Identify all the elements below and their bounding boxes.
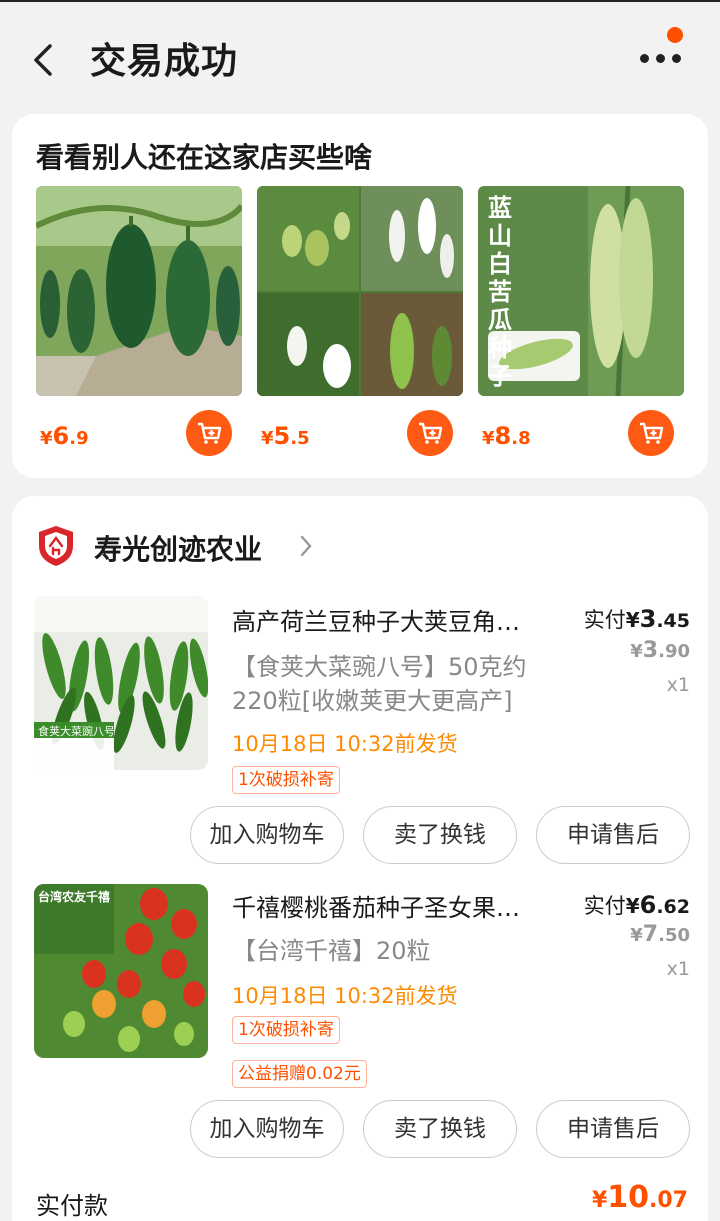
recommendation-price: ¥8.8 [482, 422, 531, 450]
chevron-right-icon[interactable] [298, 534, 314, 558]
after-sales-button[interactable]: 申请售后 [536, 1100, 690, 1158]
resell-button[interactable]: 卖了换钱 [363, 806, 517, 864]
cherry-tomato-photo[interactable]: 台湾农友千禧 [34, 884, 208, 1058]
after-sales-button[interactable]: 申请售后 [536, 806, 690, 864]
paid-price: 实付¥6.62 [583, 891, 690, 919]
item-sku-line: 【台湾千禧】20粒 [232, 937, 431, 965]
quantity: x1 [666, 674, 690, 696]
add-to-cart-icon[interactable] [407, 410, 453, 456]
bitter-melon-caption: 蓝山白苦瓜种子 [488, 194, 512, 390]
bitter-melon-photo[interactable]: 蓝山白苦瓜种子 [478, 186, 684, 396]
quantity: x1 [666, 958, 690, 980]
resell-button[interactable]: 卖了换钱 [363, 1100, 517, 1158]
more-dots-icon[interactable] [636, 48, 684, 68]
recommendation-price: ¥5.5 [261, 422, 310, 450]
winter-melon-photo[interactable] [36, 186, 242, 396]
recommendation-item[interactable]: 蓝山白苦瓜种子 ¥8.8 [478, 186, 684, 476]
item-title[interactable]: 高产荷兰豆种子大荚豆角… [232, 602, 562, 637]
recommendation-card: 看看别人还在这家店买些啥 ¥6.9 ¥5.5 蓝山白苦瓜种子 ¥8.8 [12, 114, 708, 478]
ship-deadline: 10月18日 10:32前发货 [232, 732, 458, 756]
recommendation-price: ¥6.9 [40, 422, 89, 450]
page-title: 交易成功 [90, 41, 239, 82]
original-price: ¥3.90 [630, 638, 690, 663]
item-sku: 【食荚大菜豌八号】50克约 220粒[收嫩荚更大更高产] [232, 650, 572, 718]
charity-tag: 公益捐赠0.02元 [232, 1060, 367, 1088]
add-to-cart-icon[interactable] [186, 410, 232, 456]
top-bar: 交易成功 [0, 0, 720, 112]
total-paid-amount: ¥10.07 [591, 1180, 688, 1215]
item-sku-line: 220粒[收嫩荚更大更高产] [232, 687, 513, 715]
recommendation-item[interactable]: ¥5.5 [257, 186, 463, 476]
add-to-cart-button[interactable]: 加入购物车 [190, 806, 344, 864]
recommendation-title: 看看别人还在这家店买些啥 [36, 141, 373, 174]
item-title[interactable]: 千禧樱桃番茄种子圣女果… [232, 888, 562, 923]
add-to-cart-icon[interactable] [628, 410, 674, 456]
ship-deadline: 10月18日 10:32前发货 [232, 984, 458, 1008]
snow-pea-caption: 食荚大菜豌八号 [38, 725, 115, 738]
original-price: ¥7.50 [630, 922, 690, 947]
recommendation-item[interactable]: ¥6.9 [36, 186, 242, 476]
notification-dot [667, 27, 683, 43]
total-paid-label: 实付款 [36, 1192, 108, 1220]
cherry-tomato-caption: 台湾农友千禧 [38, 890, 111, 904]
service-tag: 1次破损补寄 [232, 1016, 340, 1044]
shop-name[interactable]: 寿光创迹农业 [94, 528, 262, 568]
add-to-cart-button[interactable]: 加入购物车 [190, 1100, 344, 1158]
order-card: 寿光创迹农业 食荚大菜豌八号 高产荷兰豆种子大荚豆角… 【食荚大菜豌八号】50克… [12, 496, 708, 1221]
shop-shield-logo-icon[interactable] [36, 524, 76, 568]
white-eggplant-photo[interactable] [257, 186, 463, 396]
paid-price: 实付¥3.45 [583, 605, 690, 633]
item-sku: 【台湾千禧】20粒 [232, 934, 572, 968]
snow-pea-photo[interactable]: 食荚大菜豌八号 [34, 596, 208, 770]
chevron-left-icon[interactable] [28, 42, 60, 78]
item-sku-line: 【食荚大菜豌八号】50克约 [232, 653, 527, 681]
service-tag: 1次破损补寄 [232, 766, 340, 794]
